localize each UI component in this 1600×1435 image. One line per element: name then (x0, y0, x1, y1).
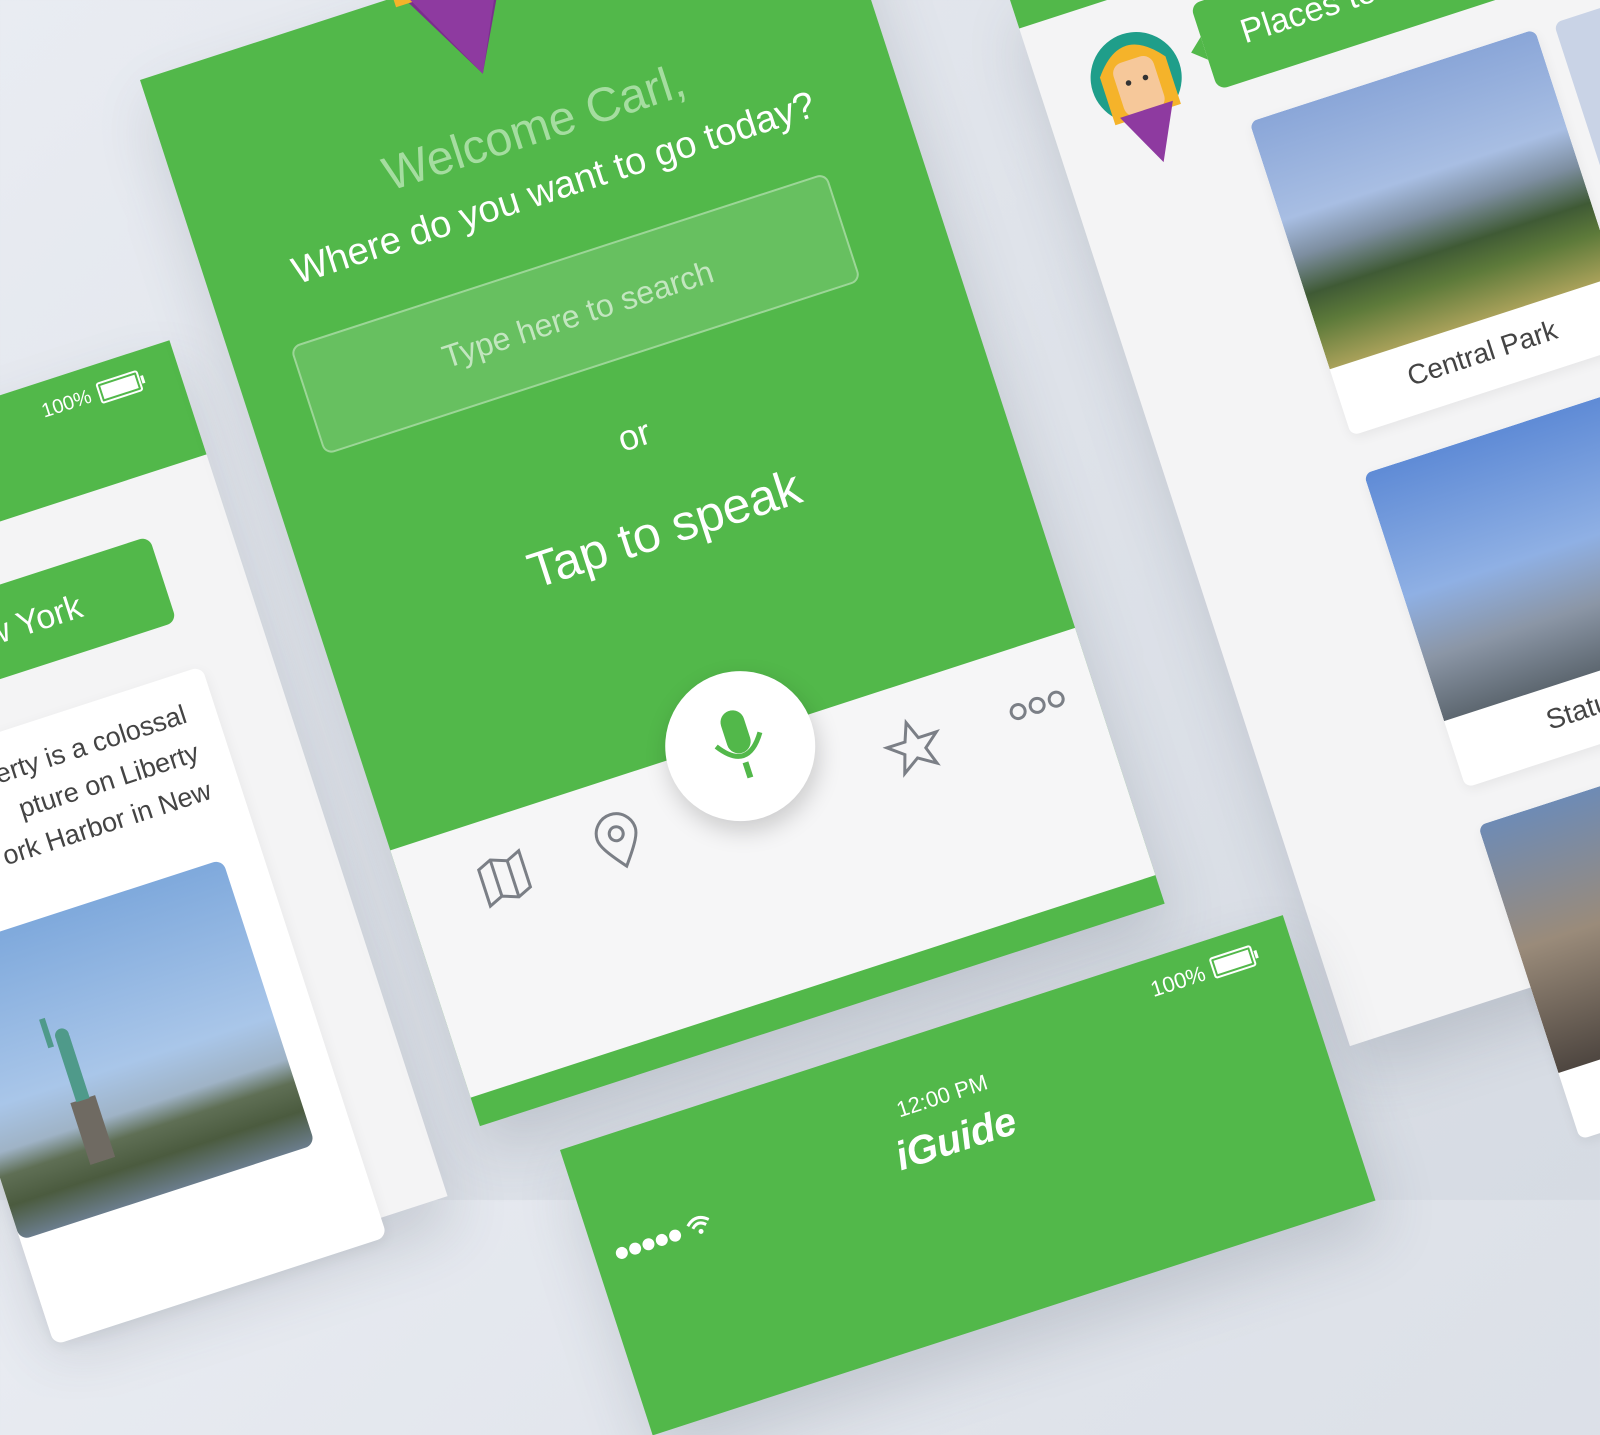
place-card-third[interactable] (1478, 733, 1600, 1140)
place-card-statue[interactable]: Statue o (1363, 381, 1600, 788)
place-card-central-park[interactable]: Central Park (1249, 29, 1600, 436)
description-text: erty is a colossal pture on Liberty ork … (0, 699, 215, 872)
statue-photo[interactable] (0, 859, 316, 1241)
microphone-button[interactable] (645, 651, 835, 841)
guide-avatar (351, 0, 516, 74)
battery-icon (95, 369, 144, 405)
map-icon[interactable] (467, 841, 543, 917)
location-pin-icon[interactable] (581, 804, 657, 880)
microphone-icon (714, 710, 763, 779)
status-bar: 100% (0, 340, 207, 585)
times-square-photo (1478, 733, 1600, 1074)
places-bubble-text: Places to visit in N (1236, 0, 1512, 52)
description-card: erty is a colossal pture on Liberty ork … (0, 666, 388, 1345)
city-label: New York (0, 587, 87, 668)
battery-percent: 100% (38, 385, 95, 423)
battery-icon (1208, 944, 1258, 980)
star-icon[interactable] (876, 708, 952, 784)
statue-photo-small (1363, 381, 1600, 722)
more-icon[interactable] (999, 668, 1075, 744)
guide-avatar-small (1090, 32, 1182, 163)
search-field[interactable] (289, 172, 864, 456)
search-input[interactable] (292, 173, 864, 455)
battery-percent: 100% (1147, 960, 1209, 1002)
statue-figure (39, 1017, 116, 1165)
